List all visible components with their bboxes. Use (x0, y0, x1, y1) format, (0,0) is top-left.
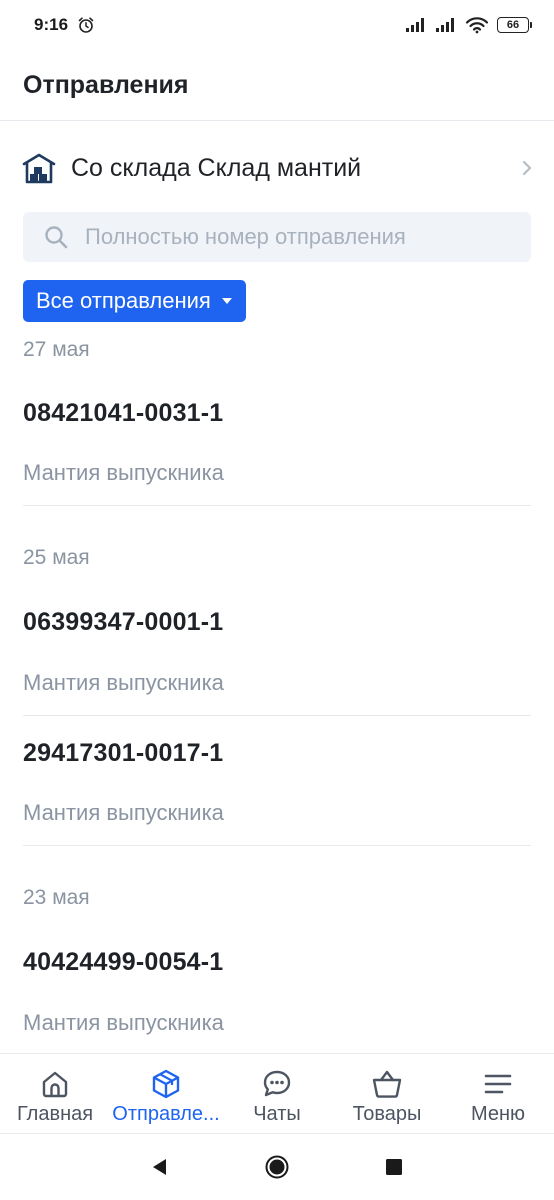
status-time: 9:16 (34, 15, 69, 34)
divider (23, 715, 531, 716)
box-icon (152, 1069, 180, 1099)
divider (23, 505, 531, 506)
shipment-product: Мантия выпускника (23, 800, 224, 825)
menu-icon (484, 1074, 512, 1094)
date-header: 23 мая (23, 886, 90, 909)
battery-level: 66 (497, 17, 529, 33)
shipment-product: Мантия выпускника (23, 670, 224, 695)
nav-label: Чаты (253, 1103, 301, 1125)
search-input[interactable] (85, 224, 505, 250)
date-header: 27 мая (23, 338, 90, 361)
date-header: 25 мая (23, 546, 90, 569)
app-header: Отправления (0, 50, 554, 121)
nav-item-home[interactable]: Главная (0, 1054, 110, 1134)
warehouse-selector[interactable]: Со склада Склад мантий (0, 144, 554, 192)
status-icons: 66 (405, 16, 532, 34)
bottom-nav: Главная Отправле... Чаты Товары Меню (0, 1053, 554, 1134)
cell-signal-icon (406, 18, 424, 32)
home-icon (42, 1071, 68, 1098)
chevron-right-icon (522, 160, 532, 176)
status-bar: 9:16 66 (0, 0, 554, 50)
filter-label: Все отправления (36, 288, 211, 313)
cell-signal-icon (436, 18, 454, 32)
filter-dropdown-button[interactable]: Все отправления (23, 280, 246, 322)
warehouse-label: Со склада Склад мантий (71, 153, 362, 182)
nav-label: Главная (16, 1103, 94, 1125)
shipment-product: Мантия выпускника (23, 460, 224, 485)
back-icon[interactable] (146, 1154, 172, 1180)
recents-icon[interactable] (381, 1154, 407, 1180)
shipment-product: Мантия выпускника (23, 1010, 224, 1035)
warehouse-icon (22, 153, 56, 184)
nav-item-shipments[interactable]: Отправле... (110, 1054, 222, 1134)
wifi-icon (465, 17, 489, 34)
chat-icon (263, 1070, 291, 1097)
nav-item-menu[interactable]: Меню (442, 1054, 554, 1134)
page-title: Отправления (23, 70, 189, 99)
nav-label: Отправле... (112, 1103, 220, 1125)
caret-down-icon (221, 298, 232, 304)
alarm-icon (78, 17, 94, 33)
nav-item-chats[interactable]: Чаты (222, 1054, 332, 1134)
search-icon (45, 226, 68, 249)
shipment-number: 40424499-0054-1 (23, 948, 224, 976)
shipment-number: 06399347-0001-1 (23, 608, 224, 636)
basket-icon (372, 1070, 402, 1098)
divider (23, 845, 531, 846)
shipment-number: 29417301-0017-1 (23, 739, 224, 767)
nav-item-products[interactable]: Товары (332, 1054, 442, 1134)
nav-label: Меню (470, 1103, 526, 1125)
search-box[interactable] (23, 212, 531, 262)
shipment-number: 08421041-0031-1 (23, 399, 224, 427)
home-button-icon[interactable] (264, 1154, 290, 1180)
system-nav (0, 1134, 554, 1200)
nav-label: Товары (352, 1103, 422, 1125)
battery-icon: 66 (497, 17, 532, 33)
